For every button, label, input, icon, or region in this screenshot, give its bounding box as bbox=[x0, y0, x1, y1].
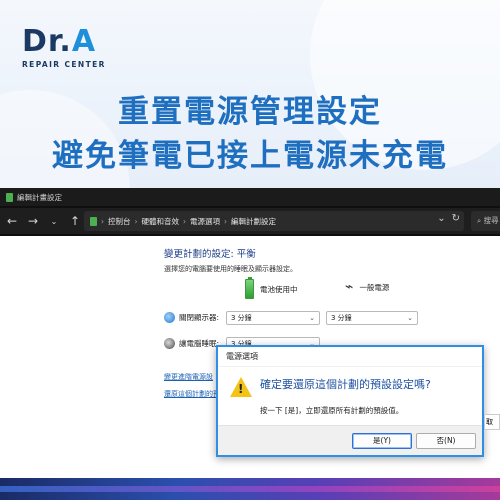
monitor-icon bbox=[164, 312, 175, 323]
dialog-footer: 是(Y) 否(N) bbox=[218, 425, 482, 455]
breadcrumb-chevron-icon: › bbox=[224, 216, 227, 226]
refresh-icon[interactable]: ↻ bbox=[452, 213, 460, 224]
address-bar[interactable]: › 控制台 › 硬體和音效 › 電源選項 › 編輯計劃設定 ⌄ ↻ bbox=[84, 211, 464, 231]
brand-logo: Dr.A REPAIR CENTER bbox=[22, 26, 106, 70]
advanced-settings-link[interactable]: 變更進階電源設 bbox=[164, 372, 213, 382]
address-actions: ⌄ ↻ bbox=[437, 213, 460, 224]
battery-icon bbox=[245, 277, 254, 299]
chevron-down-icon: ⌄ bbox=[309, 314, 315, 322]
display-off-label: 關閉顯示器: bbox=[179, 313, 220, 322]
window-title: 編輯計畫設定 bbox=[17, 192, 62, 202]
logo-accent-letter: A bbox=[71, 24, 97, 59]
select-value: 3 分鐘 bbox=[331, 314, 352, 322]
back-arrow-icon[interactable]: ← bbox=[3, 214, 21, 228]
cancel-button-peek[interactable]: 取消 bbox=[484, 414, 500, 430]
breadcrumb-chevron-icon: › bbox=[183, 216, 186, 226]
headline-line2: 避免筆電已接上電源未充電 bbox=[52, 138, 448, 174]
yes-button[interactable]: 是(Y) bbox=[352, 433, 412, 449]
plan-description: 選擇您的電腦要使用的睡眠及顯示器設定。 bbox=[164, 265, 297, 273]
restore-confirm-dialog: 電源選項 ! 確定要還原這個計劃的預設設定嗎? 按一下 [是]，立即還原所有計劃… bbox=[216, 345, 484, 457]
dialog-message: 確定要還原這個計劃的預設設定嗎? bbox=[260, 378, 431, 391]
battery-column-header: 電池使用中 bbox=[245, 277, 298, 299]
cancel-label: 取消 bbox=[486, 418, 493, 426]
select-value: 3 分鐘 bbox=[231, 314, 252, 322]
restore-defaults-link[interactable]: 還原這個計劃的預 bbox=[164, 389, 220, 399]
power-options-icon bbox=[6, 192, 13, 202]
forward-arrow-icon[interactable]: → bbox=[24, 214, 42, 228]
control-panel-icon bbox=[90, 216, 97, 226]
window-titlebar: 編輯計畫設定 bbox=[0, 188, 500, 206]
logo-tagline: REPAIR CENTER bbox=[22, 60, 106, 69]
display-off-plugged-select[interactable]: 3 分鐘 ⌄ bbox=[326, 311, 418, 325]
headline-line1: 重置電源管理設定 bbox=[118, 94, 382, 130]
promo-banner: Dr.A REPAIR CENTER 重置電源管理設定 避免筆電已接上電源未充電 bbox=[0, 0, 500, 188]
breadcrumb-power-options[interactable]: 電源選項 bbox=[190, 216, 220, 227]
logo-prefix: Dr. bbox=[22, 24, 72, 59]
logo-wordmark: Dr.A bbox=[22, 26, 106, 58]
up-arrow-icon[interactable]: ↑ bbox=[66, 214, 84, 228]
sleep-icon bbox=[164, 338, 175, 349]
stripe-band bbox=[0, 486, 500, 492]
dialog-title: 電源選項 bbox=[218, 347, 482, 367]
sleep-row: 讓電腦睡眠: bbox=[164, 338, 219, 349]
breadcrumb-hardware-sound[interactable]: 硬體和音效 bbox=[142, 216, 180, 227]
battery-column-label: 電池使用中 bbox=[260, 284, 298, 294]
warning-exclamation: ! bbox=[238, 382, 244, 396]
dropdown-chevron-icon[interactable]: ⌄ bbox=[437, 213, 445, 224]
plan-heading: 變更計劃的設定: 平衡 bbox=[164, 249, 256, 260]
breadcrumb-chevron-icon: › bbox=[134, 216, 138, 226]
breadcrumb-chevron-icon: › bbox=[101, 216, 104, 226]
search-icon: ⌕ bbox=[477, 216, 482, 225]
no-button[interactable]: 否(N) bbox=[416, 433, 476, 449]
plugged-column-label: 一般電源 bbox=[359, 282, 390, 292]
history-chevron-icon[interactable]: ⌄ bbox=[45, 217, 63, 226]
chevron-down-icon: ⌄ bbox=[407, 314, 413, 322]
plugged-column-header: ⌁ 一般電源 bbox=[345, 279, 389, 295]
power-plug-icon: ⌁ bbox=[345, 279, 354, 295]
sleep-label: 讓電腦睡眠: bbox=[179, 339, 220, 348]
search-input[interactable]: ⌕ 搜尋 bbox=[471, 211, 500, 231]
display-off-row: 關閉顯示器: bbox=[164, 312, 219, 323]
dialog-detail: 按一下 [是]，立即還原所有計劃的預設值。 bbox=[260, 406, 404, 415]
search-placeholder: 搜尋 bbox=[483, 216, 499, 225]
display-off-battery-select[interactable]: 3 分鐘 ⌄ bbox=[226, 311, 320, 325]
navigation-bar: ← → ⌄ ↑ › 控制台 › 硬體和音效 › 電源選項 › 編輯計劃設定 ⌄ … bbox=[0, 208, 500, 234]
breadcrumb-edit-plan[interactable]: 編輯計劃設定 bbox=[231, 216, 276, 227]
bottom-decor-stripe bbox=[0, 478, 500, 500]
breadcrumb-control-panel[interactable]: 控制台 bbox=[108, 216, 131, 227]
